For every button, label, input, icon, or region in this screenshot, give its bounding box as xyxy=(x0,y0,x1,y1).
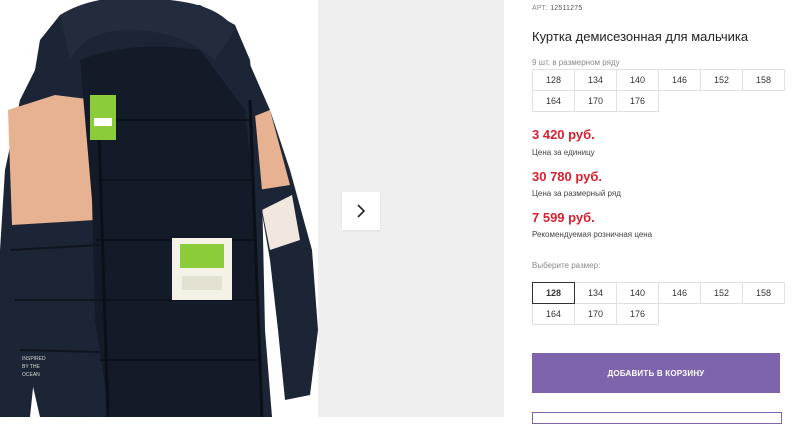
retail-price: 7 599 руб. xyxy=(532,210,595,225)
size-option[interactable]: 146 xyxy=(658,282,701,304)
size-option[interactable]: 158 xyxy=(742,282,785,304)
size-row-cell: 158 xyxy=(742,69,785,91)
size-row-cell: 152 xyxy=(700,69,743,91)
unit-price-label: Цена за единицу xyxy=(532,148,595,157)
size-row-cell: 170 xyxy=(574,90,617,112)
retail-price-label: Рекомендуемая розничная цена xyxy=(532,230,653,239)
choose-size-label: Выберите размер: xyxy=(532,261,601,270)
size-row-cell: 140 xyxy=(616,69,659,91)
size-row-cell: 146 xyxy=(658,69,701,91)
unit-price: 3 420 руб. xyxy=(532,127,595,142)
chest-print-logo: INSPIRED xyxy=(22,356,46,362)
size-option[interactable]: 176 xyxy=(616,303,659,325)
svg-text:OCEAN: OCEAN xyxy=(22,372,40,378)
next-photo-button[interactable] xyxy=(342,192,380,230)
product-photo[interactable]: INSPIRED BY THE OCEAN xyxy=(0,0,320,417)
chevron-right-icon xyxy=(357,204,366,218)
size-option[interactable]: 164 xyxy=(532,303,575,325)
size-option[interactable]: 128 xyxy=(532,282,575,304)
size-option[interactable]: 134 xyxy=(574,282,617,304)
size-option[interactable]: 152 xyxy=(700,282,743,304)
add-to-cart-button[interactable]: ДОБАВИТЬ В КОРЗИНУ xyxy=(532,353,780,393)
size-row-cell: 128 xyxy=(532,69,575,91)
size-option[interactable]: 140 xyxy=(616,282,659,304)
row-price: 30 780 руб. xyxy=(532,169,603,184)
size-row-cell: 164 xyxy=(532,90,575,112)
size-row-cell: 134 xyxy=(574,69,617,91)
size-row-cell: 176 xyxy=(616,90,659,112)
size-option[interactable]: 170 xyxy=(574,303,617,325)
svg-text:BY THE: BY THE xyxy=(22,364,41,370)
secondary-button[interactable] xyxy=(532,412,782,424)
article-number: АРТ: 12511275 xyxy=(532,5,583,12)
size-row-grid: 128 134 140 146 152 158 164 170 176 xyxy=(532,69,785,112)
size-row-count: 9 шт. в размерном ряду xyxy=(532,58,620,67)
size-selector: 128 134 140 146 152 158 164 170 176 xyxy=(532,282,785,325)
row-price-label: Цена за размерный ряд xyxy=(532,189,621,198)
jacket-image: INSPIRED BY THE OCEAN xyxy=(0,0,318,417)
product-title: Куртка демисезонная для мальчика xyxy=(532,29,749,44)
